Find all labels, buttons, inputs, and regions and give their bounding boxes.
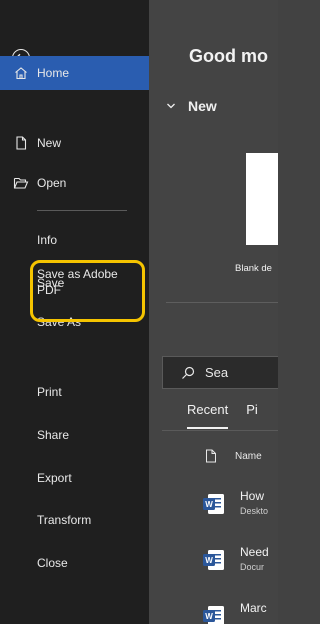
file-name: Marc <box>240 601 267 615</box>
nav-export-label: Export <box>37 471 72 485</box>
word-file-icon: W <box>203 549 225 576</box>
nav-info[interactable]: Info <box>0 223 149 257</box>
section-divider <box>166 302 278 303</box>
nav-transform-label: Transform <box>37 513 92 527</box>
tab-pinned[interactable]: Pi <box>246 402 258 417</box>
svg-text:W: W <box>205 500 213 509</box>
tab-recent[interactable]: Recent <box>187 402 229 429</box>
nav-transform[interactable]: Transform <box>0 503 149 537</box>
sidebar-divider <box>37 210 127 211</box>
recent-file-row[interactable]: W Need Docur <box>203 545 278 585</box>
open-folder-icon <box>12 174 30 192</box>
document-icon <box>205 449 217 463</box>
blank-document-label: Blank de <box>235 263 272 274</box>
new-section-toggle[interactable]: New <box>166 98 217 114</box>
search-icon <box>181 366 195 380</box>
backstage-sidebar: Home New Open Info Save Save As Save as … <box>0 0 149 624</box>
nav-close-label: Close <box>37 556 68 570</box>
search-placeholder: Sea <box>205 365 229 380</box>
new-section-label: New <box>188 98 217 114</box>
file-path: Deskto <box>240 506 269 516</box>
nav-new[interactable]: New <box>0 126 149 160</box>
nav-close[interactable]: Close <box>0 546 149 580</box>
nav-new-label: New <box>37 136 62 150</box>
nav-home-label: Home <box>37 66 70 80</box>
svg-text:W: W <box>205 556 213 565</box>
nav-export[interactable]: Export <box>0 461 149 495</box>
word-file-icon: W <box>203 605 225 624</box>
recent-file-row[interactable]: W Marc <box>203 601 278 624</box>
recent-file-row[interactable]: W How Deskto <box>203 489 278 529</box>
file-tabs: Recent Pi <box>187 402 276 429</box>
nav-share-label: Share <box>37 428 70 442</box>
chevron-down-icon <box>166 101 176 111</box>
file-name: Need <box>240 545 269 559</box>
home-icon <box>12 64 30 82</box>
nav-open-label: Open <box>37 176 67 190</box>
nav-save-as-adobe-pdf[interactable]: Save as Adobe PDF <box>37 266 147 324</box>
column-header-name[interactable]: Name <box>205 449 262 463</box>
greeting-heading: Good mo <box>189 46 268 66</box>
column-header-name-label: Name <box>235 450 262 462</box>
nav-print-label: Print <box>37 385 62 399</box>
backstage-main: Good mo New Blank de Sea Recent Pi Name … <box>149 0 278 624</box>
search-input[interactable]: Sea <box>162 356 278 389</box>
new-document-icon <box>12 134 30 152</box>
nav-share[interactable]: Share <box>0 418 149 452</box>
nav-print[interactable]: Print <box>0 375 149 409</box>
tabs-divider <box>162 430 278 431</box>
blank-document-thumbnail[interactable] <box>246 153 278 245</box>
nav-open[interactable]: Open <box>0 166 149 200</box>
word-file-icon: W <box>203 493 225 520</box>
nav-home[interactable]: Home <box>0 56 149 90</box>
svg-text:W: W <box>205 612 213 621</box>
nav-info-label: Info <box>37 233 58 247</box>
file-name: How <box>240 489 265 503</box>
file-path: Docur <box>240 562 265 572</box>
nav-save-as-adobe-pdf-label-line1: Save as Adobe <box>37 267 118 281</box>
nav-save-as-adobe-pdf-label-line2: PDF <box>37 283 61 297</box>
